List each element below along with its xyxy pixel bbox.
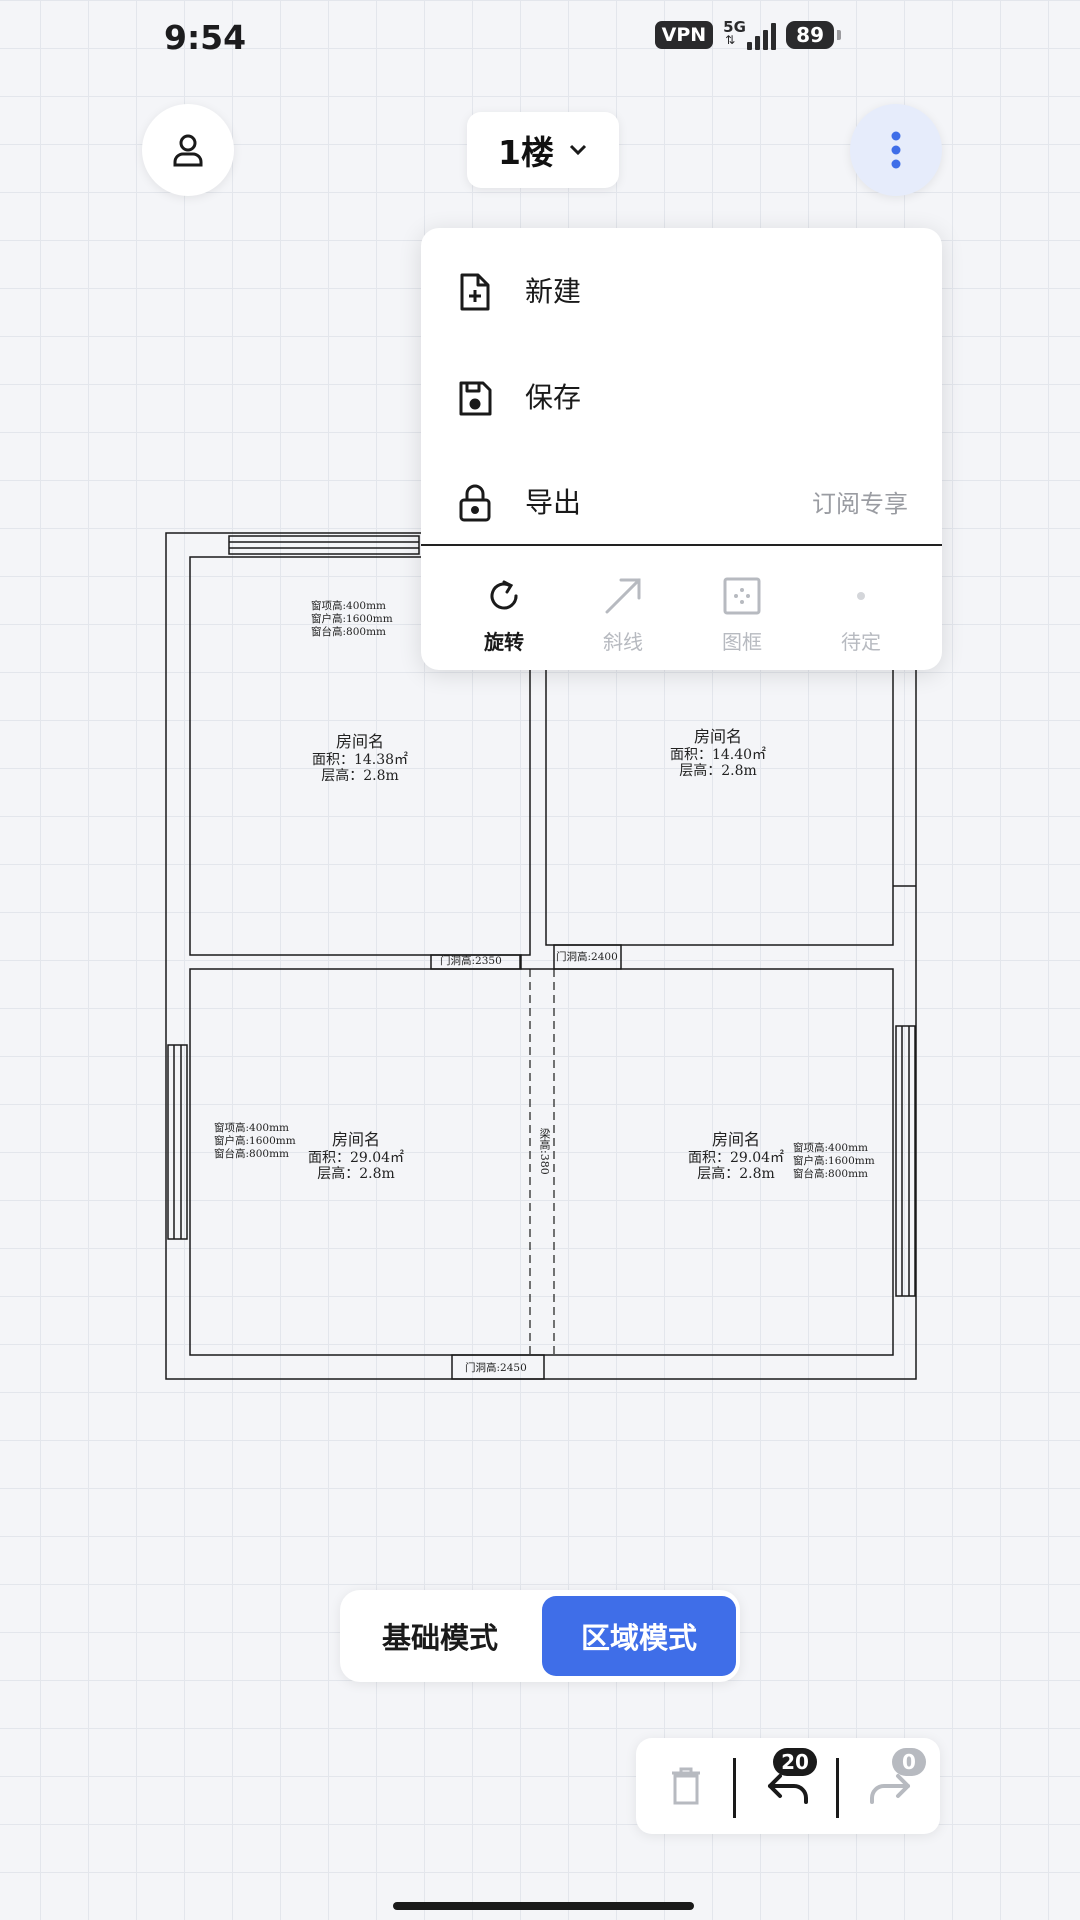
toolbar-separator	[733, 1758, 736, 1818]
subscription-tag: 订阅专享	[812, 489, 908, 518]
mode-switch: 基础模式 区域模式	[340, 1590, 740, 1682]
menu-item-new[interactable]: 新建	[421, 250, 942, 330]
redo-count-badge: 0	[892, 1748, 926, 1776]
rotate-icon	[490, 580, 518, 610]
diagonal-arrow-icon	[605, 578, 641, 614]
lock-icon	[459, 484, 491, 522]
window-info: 窗项高:400mm 窗户高:1600mm 窗台高:800mm	[311, 600, 393, 638]
undo-button[interactable]	[766, 1772, 812, 1806]
undo-count-badge: 20	[773, 1748, 817, 1776]
door-label: 门洞高:2350	[440, 955, 502, 967]
tool-frame[interactable]: 图框	[692, 576, 792, 655]
tool-pending[interactable]: 待定	[811, 576, 911, 655]
dot-icon	[857, 592, 865, 600]
redo-button[interactable]	[866, 1772, 912, 1806]
frame-icon	[723, 577, 761, 615]
toolbar-separator	[836, 1758, 839, 1818]
window-info: 窗项高:400mm 窗户高:1600mm 窗台高:800mm	[214, 1122, 296, 1160]
beam-label: 梁高:380	[538, 1128, 551, 1175]
mode-area-button[interactable]: 区域模式	[542, 1596, 736, 1676]
delete-button[interactable]	[666, 1764, 706, 1808]
menu-divider	[421, 544, 942, 546]
edit-toolbar: 20 0	[636, 1738, 940, 1834]
door-label: 门洞高:2400	[556, 951, 618, 963]
menu-item-save[interactable]: 保存	[421, 356, 942, 436]
room-label[interactable]: 房间名 面积：14.40㎡ 层高：2.8m	[658, 727, 778, 779]
mode-basic-button[interactable]: 基础模式	[346, 1596, 534, 1676]
file-plus-icon	[460, 273, 490, 311]
room-label[interactable]: 房间名 面积：29.04㎡ 层高：2.8m	[296, 1130, 416, 1182]
tool-diagonal[interactable]: 斜线	[573, 576, 673, 655]
window-info: 窗项高:400mm 窗户高:1600mm 窗台高:800mm	[793, 1142, 875, 1180]
more-menu: 新建 保存 导出 订阅专享 旋转 斜线 图框 待定	[421, 228, 942, 670]
room-label[interactable]: 房间名 面积：29.04㎡ 层高：2.8m	[676, 1130, 796, 1182]
save-icon	[459, 381, 492, 416]
home-indicator	[393, 1902, 694, 1910]
menu-item-export[interactable]: 导出 订阅专享	[421, 461, 942, 541]
door-label: 门洞高:2450	[465, 1362, 527, 1374]
room-label[interactable]: 房间名 面积：14.38㎡ 层高：2.8m	[300, 732, 420, 784]
tool-rotate[interactable]: 旋转	[454, 576, 554, 655]
